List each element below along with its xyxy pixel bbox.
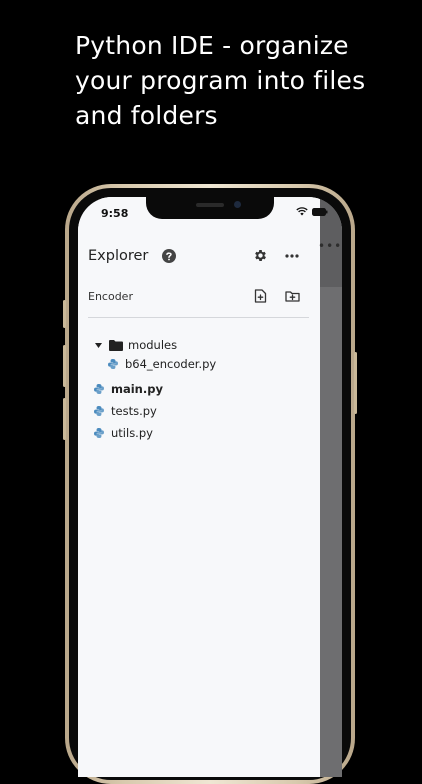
- file-name: main.py: [111, 382, 163, 396]
- phone-notch: [146, 197, 274, 219]
- gear-icon[interactable]: [253, 248, 268, 263]
- file-name: utils.py: [111, 426, 153, 440]
- tree-file-main[interactable]: main.py: [94, 382, 163, 396]
- file-name: tests.py: [111, 404, 157, 418]
- more-options-icon[interactable]: [285, 254, 299, 258]
- front-camera: [234, 201, 241, 208]
- folder-icon: [109, 339, 123, 351]
- new-folder-icon[interactable]: [285, 290, 300, 302]
- python-file-icon: [94, 384, 104, 394]
- header-divider: [88, 317, 309, 318]
- python-file-icon: [94, 428, 104, 438]
- file-name: b64_encoder.py: [125, 357, 217, 371]
- chevron-down-icon: [95, 342, 102, 348]
- battery-icon: [312, 207, 328, 216]
- phone-screen: Explorer Encoder modules b64_encoder.py …: [78, 197, 342, 777]
- side-button-left: [63, 300, 66, 328]
- tree-file-b64-encoder[interactable]: b64_encoder.py: [108, 357, 216, 371]
- python-file-icon: [108, 359, 118, 369]
- tree-file-utils[interactable]: utils.py: [94, 426, 153, 440]
- tree-file-tests[interactable]: tests.py: [94, 404, 157, 418]
- folder-name: modules: [128, 338, 178, 352]
- status-icons: [296, 207, 328, 216]
- editor-dimmed-overlay[interactable]: •••: [318, 197, 342, 777]
- tree-folder-modules[interactable]: modules: [95, 338, 177, 352]
- notch-speaker: [196, 203, 224, 207]
- help-icon[interactable]: [162, 249, 176, 263]
- side-button-left-volume-up: [63, 345, 66, 387]
- project-folder-name: Encoder: [88, 290, 133, 303]
- python-file-icon: [94, 406, 104, 416]
- side-button-left-volume-down: [63, 398, 66, 440]
- status-time: 9:58: [101, 207, 129, 220]
- explorer-panel: Explorer Encoder modules b64_encoder.py …: [78, 197, 320, 777]
- wifi-icon: [296, 207, 308, 216]
- editor-more-icon: •••: [318, 239, 342, 253]
- side-button-right: [354, 352, 357, 414]
- promo-headline: Python IDE - organize your program into …: [75, 31, 366, 130]
- explorer-title: Explorer: [88, 248, 149, 264]
- new-file-icon[interactable]: [254, 289, 267, 303]
